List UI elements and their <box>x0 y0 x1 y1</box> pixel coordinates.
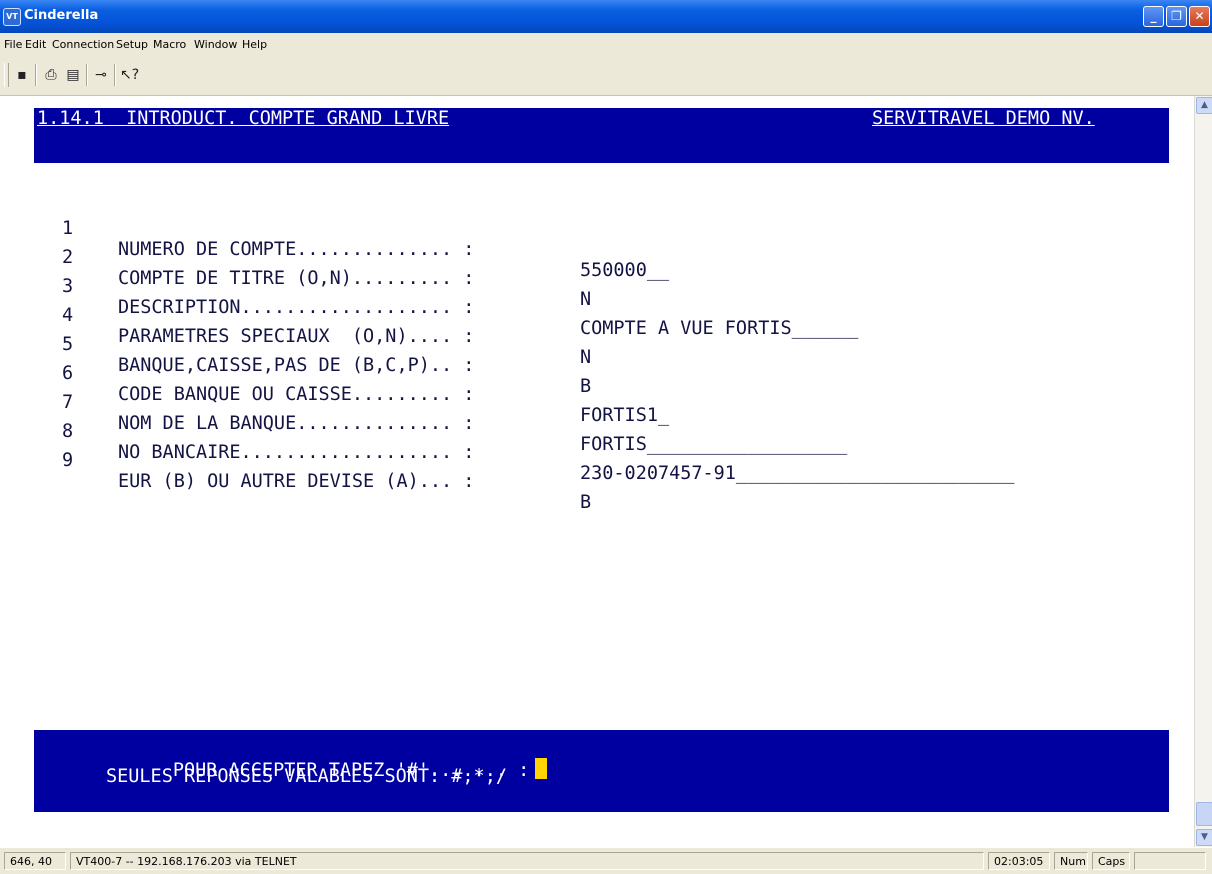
save-icon[interactable]: ▪ <box>13 66 31 84</box>
cursor-position: 646, 40 <box>4 852 66 870</box>
toolbar-separator <box>86 64 88 86</box>
field-number: 9 <box>62 450 74 471</box>
field-label: DESCRIPTION................... : <box>118 297 475 318</box>
vertical-scrollbar[interactable]: ▲ ▼ <box>1194 96 1212 847</box>
scroll-down-button[interactable]: ▼ <box>1196 829 1212 846</box>
screen-title: 1.14.1 INTRODUCT. COMPTE GRAND LIVRE <box>37 108 450 129</box>
field-label: NOM DE LA BANQUE.............. : <box>118 413 475 434</box>
print-setup-icon[interactable]: ▤ <box>64 66 82 84</box>
field-label: BANQUE,CAISSE,PAS DE (B,C,P).. : <box>118 355 475 376</box>
field-value[interactable]: 230-0207457-91_________________________ <box>580 463 1014 484</box>
field-value[interactable]: FORTIS__________________ <box>580 434 847 455</box>
field-value[interactable]: N <box>580 289 591 310</box>
valid-responses-hint: SEULES REPONSES VALABLES SONT: #,*,/ <box>106 766 507 787</box>
scroll-up-button[interactable]: ▲ <box>1196 97 1212 114</box>
menu-bar: File Edit Connection Setup Macro Window … <box>0 33 1212 55</box>
maximize-button[interactable]: ❐ <box>1166 6 1187 27</box>
app-icon[interactable]: VT <box>3 8 21 26</box>
field-value[interactable]: N <box>580 347 591 368</box>
field-label: NO BANCAIRE................... : <box>118 442 475 463</box>
connect-icon[interactable]: ⊸ <box>92 66 110 84</box>
text-cursor[interactable] <box>535 758 548 779</box>
scroll-thumb[interactable] <box>1196 802 1212 826</box>
num-lock-indicator: Num <box>1054 852 1088 870</box>
window-title: Cinderella <box>24 8 99 23</box>
menu-edit[interactable]: Edit <box>25 38 46 51</box>
toolbar-separator <box>35 64 37 86</box>
field-value[interactable]: B <box>580 376 591 397</box>
field-value[interactable]: B <box>580 492 591 513</box>
toolbar: ▪ ⎙ ▤ ⊸ ↖? <box>0 55 1212 96</box>
field-label: CODE BANQUE OU CAISSE......... : <box>118 384 475 405</box>
field-label: COMPTE DE TITRE (O,N)......... : <box>118 268 475 289</box>
title-bar: VT Cinderella _ ❐ ✕ <box>0 0 1212 33</box>
close-button[interactable]: ✕ <box>1189 6 1210 27</box>
connection-status: VT400-7 -- 192.168.176.203 via TELNET <box>70 852 984 870</box>
status-bar: 646, 40 VT400-7 -- 192.168.176.203 via T… <box>0 848 1212 874</box>
terminal-screen[interactable]: 1.14.1 INTRODUCT. COMPTE GRAND LIVRE SER… <box>0 96 1194 847</box>
status-panel-blank <box>1134 852 1206 870</box>
field-value[interactable]: 550000__ <box>580 260 669 281</box>
menu-macro[interactable]: Macro <box>153 38 186 51</box>
menu-window[interactable]: Window <box>194 38 237 51</box>
field-label: NUMERO DE COMPTE.............. : <box>118 239 475 260</box>
toolbar-grip[interactable] <box>4 63 9 87</box>
company-name: SERVITRAVEL DEMO NV. <box>872 108 1095 129</box>
menu-help[interactable]: Help <box>242 38 267 51</box>
toolbar-separator <box>114 64 116 86</box>
field-label: PARAMETRES SPECIAUX (O,N).... : <box>118 326 475 347</box>
menu-connection[interactable]: Connection <box>52 38 114 51</box>
menu-setup[interactable]: Setup <box>116 38 148 51</box>
screen-footer: POUR ACCEPTER TAPEZ '#'....... : SEULES … <box>34 730 1169 812</box>
caps-lock-indicator: Caps <box>1092 852 1130 870</box>
field-value[interactable]: FORTIS1_ <box>580 405 669 426</box>
context-help-icon[interactable]: ↖? <box>120 66 139 84</box>
field-value[interactable]: COMPTE A VUE FORTIS______ <box>580 318 858 339</box>
clock: 02:03:05 <box>988 852 1050 870</box>
screen-header: 1.14.1 INTRODUCT. COMPTE GRAND LIVRE SER… <box>34 108 1169 163</box>
minimize-button[interactable]: _ <box>1143 6 1164 27</box>
menu-file[interactable]: File <box>4 38 22 51</box>
field-row: 9 EUR (B) OU AUTRE DEVISE (A)... : B <box>62 429 591 534</box>
print-icon[interactable]: ⎙ <box>42 66 60 84</box>
field-label: EUR (B) OU AUTRE DEVISE (A)... : <box>118 471 475 492</box>
